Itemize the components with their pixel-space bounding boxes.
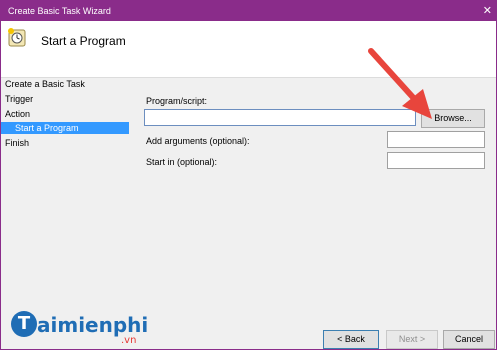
back-button[interactable]: < Back	[323, 330, 379, 349]
watermark-suffix: .vn	[121, 335, 137, 346]
wizard-window: Create Basic Task Wizard ✕ Start a Progr…	[0, 0, 497, 350]
cancel-button[interactable]: Cancel	[443, 330, 495, 349]
watermark-word: aimienphi	[37, 313, 149, 337]
red-arrow-annotation	[368, 48, 432, 119]
next-button[interactable]: Next >	[386, 330, 438, 349]
taimienphi-watermark: T aimienphi .vn	[1, 301, 201, 351]
watermark-badge: T	[11, 311, 37, 337]
